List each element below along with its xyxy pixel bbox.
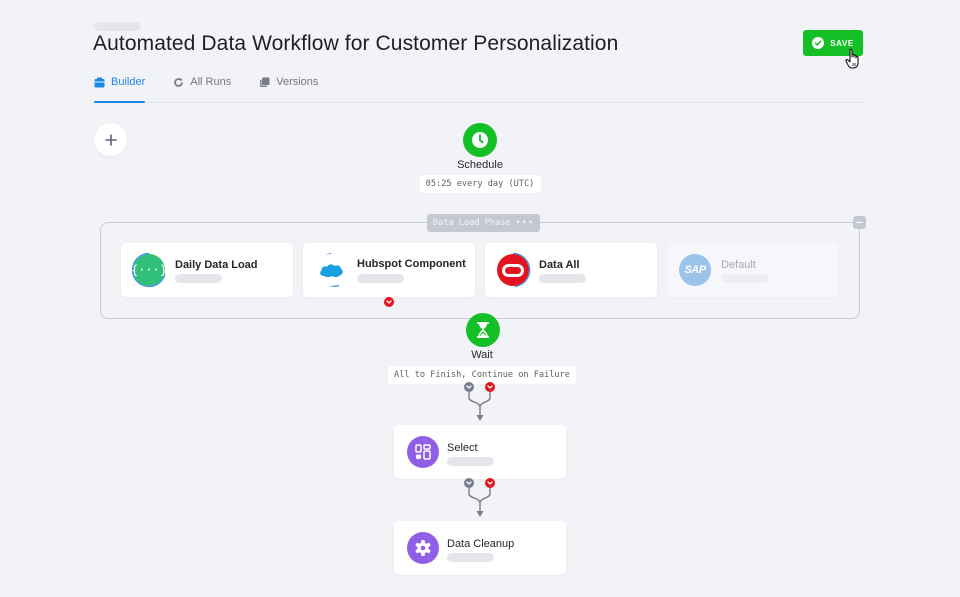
wait-label: Wait: [471, 349, 493, 361]
success-port[interactable]: [464, 382, 474, 392]
chevron-down-icon: [487, 481, 493, 485]
failure-port[interactable]: [485, 478, 495, 488]
component-card[interactable]: Hubspot Component: [303, 243, 475, 297]
step-subtitle-placeholder: [447, 457, 494, 466]
schedule-label: Schedule: [457, 159, 503, 171]
card-title: Data All: [539, 259, 580, 271]
card-title: Default: [721, 259, 756, 271]
add-step-button[interactable]: [94, 123, 127, 156]
builder-icon: [94, 77, 105, 87]
component-card-disabled[interactable]: SAP Default: [667, 243, 839, 297]
success-port[interactable]: [464, 478, 474, 488]
phase-label-text: Data Load Phase: [433, 218, 511, 228]
hand-cursor-icon: [845, 48, 859, 69]
tab-all-runs[interactable]: All Runs: [173, 72, 231, 92]
tab-versions-label: Versions: [276, 76, 319, 88]
clock-icon: [472, 132, 488, 148]
step-card-select[interactable]: Select: [394, 425, 566, 479]
code-braces-icon: {···}: [131, 254, 167, 286]
layout-grid-icon: [407, 436, 439, 468]
chevron-down-icon: [386, 300, 392, 304]
phase-label[interactable]: Data Load Phase •••: [427, 214, 541, 232]
hourglass-icon: [477, 322, 489, 338]
versions-icon: [260, 77, 270, 87]
schedule-detail[interactable]: 05:25 every day (UTC): [419, 175, 541, 193]
breadcrumb-placeholder: [94, 22, 141, 31]
step-subtitle-placeholder: [447, 553, 494, 562]
oracle-icon: [497, 254, 529, 286]
minus-icon: [856, 221, 863, 224]
wait-node[interactable]: [466, 313, 500, 347]
component-card[interactable]: Data All: [485, 243, 657, 297]
chevron-down-icon: [487, 385, 493, 389]
chevron-down-icon: [466, 481, 472, 485]
tab-versions[interactable]: Versions: [259, 72, 318, 92]
page-title: Automated Data Workflow for Customer Per…: [93, 32, 619, 55]
refresh-icon: [174, 77, 184, 87]
card-subtitle-placeholder: [357, 274, 404, 283]
step-card-data-cleanup[interactable]: Data Cleanup: [394, 521, 566, 575]
wait-detail[interactable]: All to Finish, Continue on Failure: [388, 366, 576, 384]
step-title: Select: [447, 442, 478, 454]
component-card[interactable]: {···} Daily Data Load: [121, 243, 293, 297]
save-button-label: SAVE: [830, 38, 854, 48]
card-title: Daily Data Load: [175, 259, 258, 271]
gear-icon: [407, 532, 439, 564]
card-subtitle-placeholder: [721, 274, 768, 283]
plus-icon: [104, 133, 117, 146]
step-title: Data Cleanup: [447, 538, 515, 550]
collapse-phase-button[interactable]: [853, 216, 866, 229]
failure-port[interactable]: [485, 382, 495, 392]
salesforce-cloud-icon: [315, 254, 347, 286]
card-title: Hubspot Component: [357, 258, 466, 270]
more-icon[interactable]: •••: [516, 218, 535, 228]
chevron-down-icon: [466, 385, 472, 389]
tab-all-runs-label: All Runs: [190, 76, 232, 88]
card-subtitle-placeholder: [175, 274, 222, 283]
tab-builder-label: Builder: [111, 76, 146, 88]
tab-builder[interactable]: Builder: [94, 72, 146, 103]
tab-bar: Builder All Runs Versions: [94, 72, 864, 103]
check-icon: [812, 37, 825, 49]
sap-icon: SAP: [679, 254, 711, 286]
failure-port[interactable]: [384, 297, 394, 307]
card-subtitle-placeholder: [539, 274, 586, 283]
schedule-node[interactable]: [463, 123, 497, 157]
